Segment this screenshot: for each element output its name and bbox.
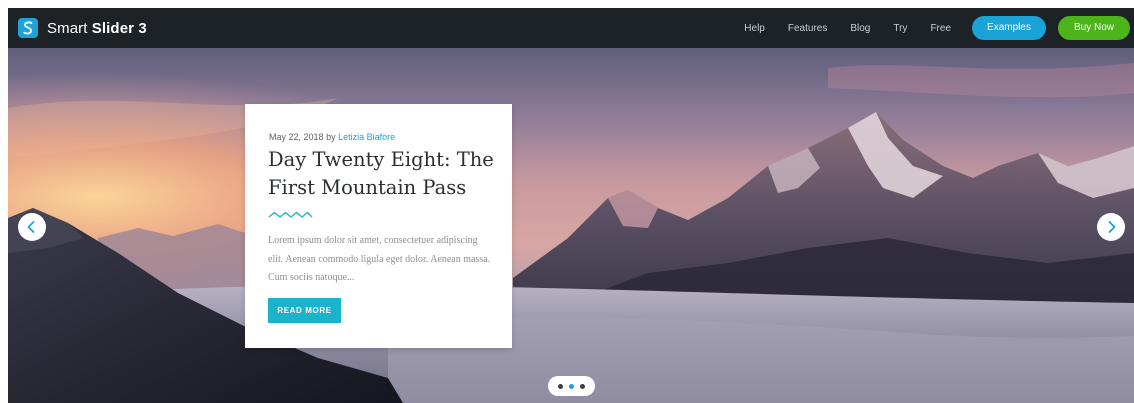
buy-now-button[interactable]: Buy Now (1058, 16, 1130, 40)
hero-slider: May 22, 2018 by Letizia Biafore Day Twen… (8, 48, 1134, 403)
nav-blog[interactable]: Blog (850, 23, 870, 34)
slider-bullet-2[interactable] (569, 383, 574, 389)
slider-bullet-1[interactable] (558, 383, 563, 389)
top-navbar: Smart Slider 3 Help Features Blog Try Fr… (8, 8, 1134, 48)
post-date: May 22, 2018 (269, 132, 324, 142)
post-by: by (326, 132, 336, 142)
nav-try[interactable]: Try (893, 23, 907, 34)
s-logo-icon (18, 18, 38, 38)
brand-name-bold: Slider 3 (91, 19, 147, 37)
chevron-left-icon (27, 221, 35, 233)
read-more-button[interactable]: READ MORE (268, 298, 341, 323)
nav-features[interactable]: Features (788, 23, 827, 34)
slider-next-button[interactable] (1097, 213, 1125, 241)
post-author-link[interactable]: Letizia Biafore (338, 132, 395, 142)
chevron-right-icon (1108, 221, 1116, 233)
examples-button[interactable]: Examples (972, 16, 1046, 40)
page-frame: Smart Slider 3 Help Features Blog Try Fr… (8, 8, 1134, 403)
post-meta: May 22, 2018 by Letizia Biafore (269, 132, 395, 142)
nav-free[interactable]: Free (930, 23, 951, 34)
main-nav: Help Features Blog Try Free Examples Buy… (744, 8, 1134, 48)
slider-bullets (548, 376, 595, 396)
nav-help[interactable]: Help (744, 23, 765, 34)
post-title: Day Twenty Eight: The First Mountain Pas… (268, 148, 494, 199)
slider-bullet-3[interactable] (580, 383, 585, 389)
mountain-background-image (8, 48, 1134, 403)
brand[interactable]: Smart Slider 3 (18, 18, 147, 38)
post-card: May 22, 2018 by Letizia Biafore Day Twen… (245, 104, 512, 348)
brand-name-light: Smart (47, 19, 88, 37)
post-excerpt: Lorem ipsum dolor sit amet, consectetuer… (268, 235, 491, 283)
slider-prev-button[interactable] (18, 213, 46, 241)
brand-name: Smart Slider 3 (47, 20, 147, 37)
wave-divider-icon (268, 211, 313, 218)
